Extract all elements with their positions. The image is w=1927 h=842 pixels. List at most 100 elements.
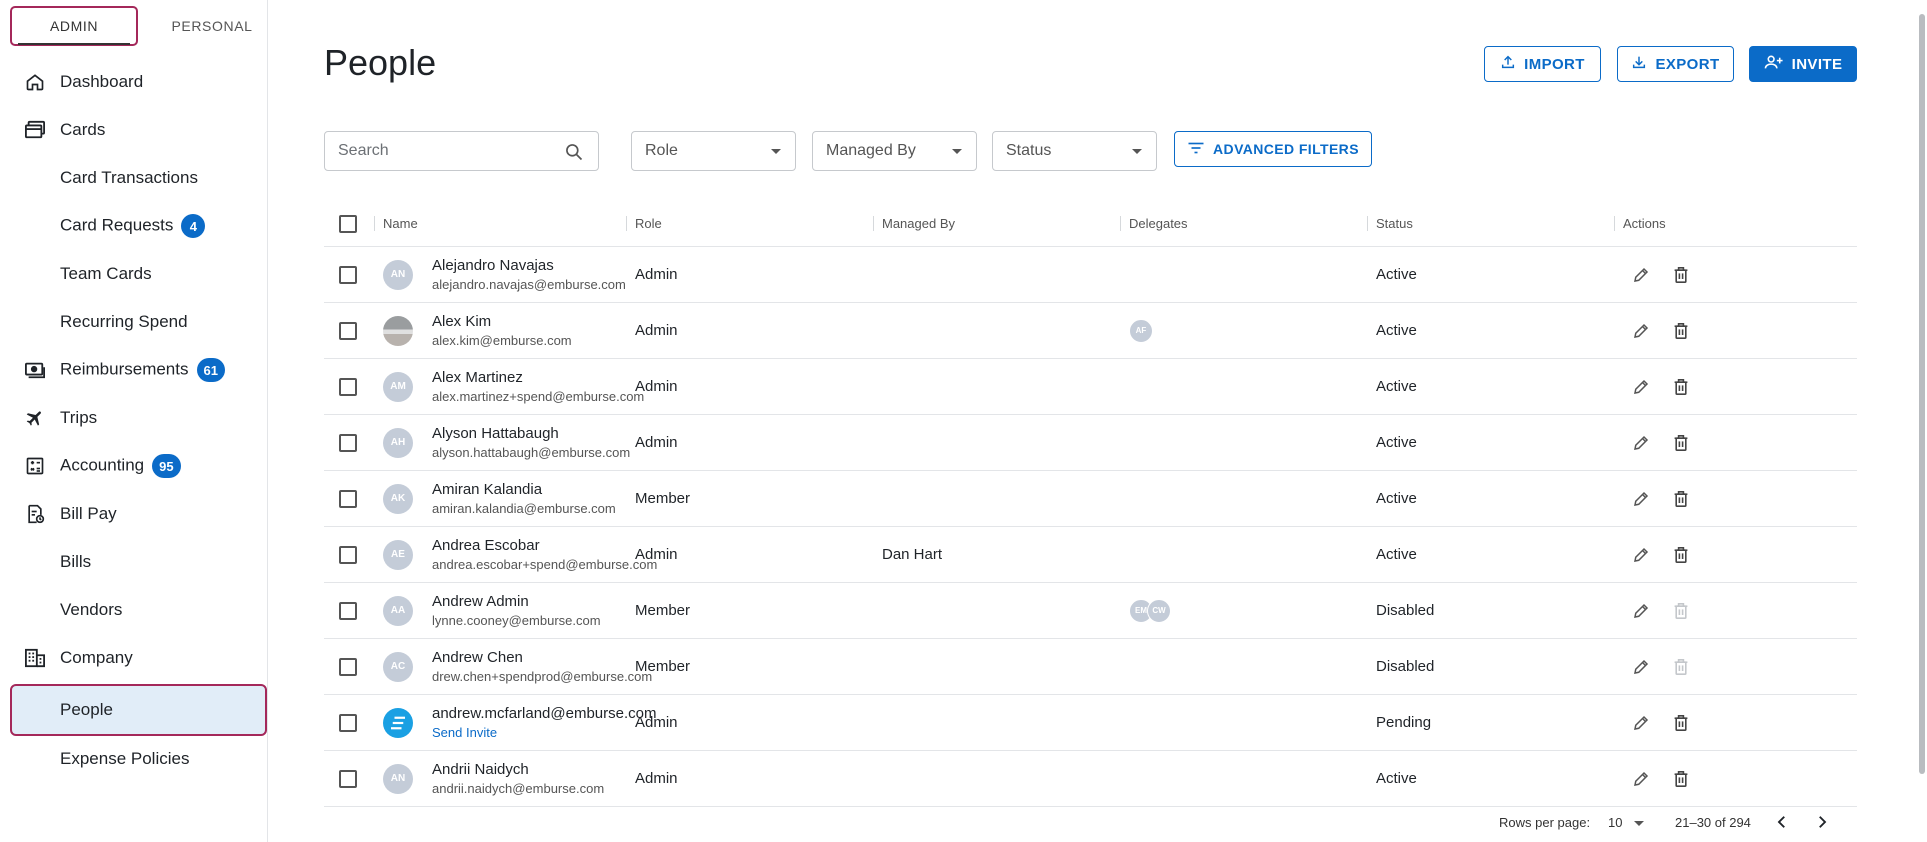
sidebar-item-label: Dashboard bbox=[60, 72, 144, 91]
building-icon bbox=[24, 647, 46, 669]
next-page-icon[interactable] bbox=[1813, 813, 1831, 834]
column-header-name[interactable]: Name bbox=[374, 200, 418, 247]
delete-icon[interactable] bbox=[1669, 431, 1693, 455]
status-cell: Active bbox=[1376, 322, 1417, 339]
avatar: AM bbox=[383, 371, 413, 402]
row-checkbox[interactable] bbox=[339, 433, 357, 452]
scrollbar[interactable] bbox=[1919, 14, 1925, 774]
edit-icon[interactable] bbox=[1629, 375, 1653, 399]
sidebar-item-bill-pay[interactable]: Bill Pay bbox=[0, 490, 268, 538]
money-icon bbox=[24, 359, 46, 381]
edit-icon[interactable] bbox=[1629, 431, 1653, 455]
person-cell: Alex Kim alex.kim@emburse.com bbox=[432, 312, 572, 350]
table-row[interactable]: AA Andrew Admin lynne.cooney@emburse.com Me… bbox=[324, 583, 1857, 639]
table-row[interactable]: AN Andrii Naidych andrii.naidych@emburse.c… bbox=[324, 751, 1857, 807]
table-row[interactable]: AK Amiran Kalandia amiran.kalandia@emburse… bbox=[324, 471, 1857, 527]
sidebar-item-label: Accounting 95 bbox=[60, 454, 181, 478]
row-select-cell bbox=[339, 639, 357, 694]
table-row[interactable]: AC Andrew Chen drew.chen+spendprod@emburse… bbox=[324, 639, 1857, 695]
row-checkbox[interactable] bbox=[339, 265, 357, 284]
row-checkbox[interactable] bbox=[339, 321, 357, 340]
invite-button[interactable]: INVITE bbox=[1749, 46, 1857, 82]
row-checkbox[interactable] bbox=[339, 601, 357, 620]
role-cell: Admin bbox=[635, 322, 678, 339]
delete-icon[interactable] bbox=[1669, 263, 1693, 287]
sidebar-item-accounting[interactable]: Accounting 95 bbox=[0, 442, 268, 490]
sidebar-item-trips[interactable]: Trips bbox=[0, 394, 268, 442]
delete-icon[interactable] bbox=[1669, 487, 1693, 511]
column-header-role[interactable]: Role bbox=[626, 200, 662, 247]
status-cell: Disabled bbox=[1376, 658, 1435, 675]
delegates-cell: EM CW bbox=[1129, 583, 1171, 638]
status-filter-select[interactable]: Status bbox=[992, 131, 1157, 171]
sidebar-item-reimbursements[interactable]: Reimbursements 61 bbox=[0, 346, 268, 394]
table-row[interactable]: AH Alyson Hattabaugh alyson.hattabaugh@emb… bbox=[324, 415, 1857, 471]
row-checkbox[interactable] bbox=[339, 489, 357, 508]
rows-per-page-label: Rows per page: bbox=[1499, 815, 1591, 830]
table-row[interactable]: andrew.mcfarland@emburse.com Send Invite A… bbox=[324, 695, 1857, 751]
sidebar-item-recurring-spend[interactable]: Recurring Spend bbox=[0, 298, 268, 346]
delete-icon[interactable] bbox=[1669, 375, 1693, 399]
table-row[interactable]: Alex Kim alex.kim@emburse.com Admin AF Activ… bbox=[324, 303, 1857, 359]
edit-icon[interactable] bbox=[1629, 599, 1653, 623]
sidebar-item-bills[interactable]: Bills bbox=[0, 538, 268, 586]
delegate-avatar[interactable]: CW bbox=[1147, 598, 1171, 623]
delete-icon[interactable] bbox=[1669, 543, 1693, 567]
sidebar-item-company[interactable]: Company bbox=[0, 634, 268, 682]
edit-icon[interactable] bbox=[1629, 263, 1653, 287]
row-checkbox[interactable] bbox=[339, 713, 357, 732]
select-all-checkbox[interactable] bbox=[339, 214, 357, 233]
person-cell: Alejandro Navajas alejandro.navajas@embur… bbox=[432, 256, 626, 294]
row-checkbox[interactable] bbox=[339, 377, 357, 396]
table-row[interactable]: AN Alejandro Navajas alejandro.navajas@emb… bbox=[324, 247, 1857, 303]
export-button[interactable]: EXPORT bbox=[1617, 46, 1734, 82]
person-email: drew.chen+spendprod@emburse.com bbox=[432, 669, 653, 684]
edit-icon[interactable] bbox=[1629, 711, 1653, 735]
row-checkbox[interactable] bbox=[339, 769, 357, 788]
edit-icon[interactable] bbox=[1629, 543, 1653, 567]
import-button[interactable]: IMPORT bbox=[1484, 46, 1601, 82]
table-row[interactable]: AM Alex Martinez alex.martinez+spend@embur… bbox=[324, 359, 1857, 415]
avatar: AN bbox=[383, 763, 413, 794]
page-title: People bbox=[324, 42, 437, 83]
column-header-actions: Actions bbox=[1614, 200, 1666, 247]
previous-page-icon[interactable] bbox=[1773, 813, 1791, 834]
role-filter-select[interactable]: Role bbox=[631, 131, 796, 171]
row-checkbox[interactable] bbox=[339, 545, 357, 564]
column-header-status[interactable]: Status bbox=[1367, 200, 1413, 247]
edit-icon[interactable] bbox=[1629, 655, 1653, 679]
column-header-managed-by[interactable]: Managed By bbox=[873, 200, 955, 247]
managed-by-filter-select[interactable]: Managed By bbox=[812, 131, 977, 171]
delete-icon[interactable] bbox=[1669, 767, 1693, 791]
row-checkbox[interactable] bbox=[339, 657, 357, 676]
tab-admin[interactable]: ADMIN bbox=[10, 6, 138, 46]
delete-icon[interactable] bbox=[1669, 319, 1693, 343]
send-invite-link[interactable]: Send Invite bbox=[432, 723, 657, 742]
sidebar-item-dashboard[interactable]: Dashboard bbox=[0, 58, 268, 106]
import-label: IMPORT bbox=[1524, 55, 1585, 73]
table-row[interactable]: AE Andrea Escobar andrea.escobar+spend@emb… bbox=[324, 527, 1857, 583]
sidebar-item-card-requests[interactable]: Card Requests 4 bbox=[0, 202, 268, 250]
managed-by-cell: Dan Hart bbox=[882, 546, 943, 563]
sidebar-item-label: Bill Pay bbox=[60, 504, 117, 523]
advanced-filters-button[interactable]: ADVANCED FILTERS bbox=[1174, 131, 1372, 167]
sidebar-item-team-cards[interactable]: Team Cards bbox=[0, 250, 268, 298]
person-cell: Andrea Escobar andrea.escobar+spend@embur… bbox=[432, 536, 657, 574]
person-cell: Andrew Chen drew.chen+spendprod@emburse.c… bbox=[432, 648, 652, 686]
edit-icon[interactable] bbox=[1629, 487, 1653, 511]
column-header-delegates[interactable]: Delegates bbox=[1120, 200, 1188, 247]
tab-personal[interactable]: PERSONAL bbox=[148, 6, 276, 46]
search-input[interactable] bbox=[325, 142, 545, 160]
delete-icon[interactable] bbox=[1669, 711, 1693, 735]
delegate-avatar[interactable]: AF bbox=[1129, 318, 1153, 343]
edit-icon[interactable] bbox=[1629, 767, 1653, 791]
search-icon[interactable] bbox=[564, 142, 584, 167]
edit-icon[interactable] bbox=[1629, 319, 1653, 343]
sidebar-item-expense-policies[interactable]: Expense Policies bbox=[0, 735, 268, 783]
status-cell: Active bbox=[1376, 266, 1417, 283]
sidebar-item-people[interactable]: People bbox=[10, 684, 267, 736]
rows-per-page-select[interactable]: 10 bbox=[1608, 815, 1645, 830]
sidebar-item-card-transactions[interactable]: Card Transactions bbox=[0, 154, 268, 202]
sidebar-item-cards[interactable]: Cards bbox=[0, 106, 268, 154]
sidebar-item-vendors[interactable]: Vendors bbox=[0, 586, 268, 634]
